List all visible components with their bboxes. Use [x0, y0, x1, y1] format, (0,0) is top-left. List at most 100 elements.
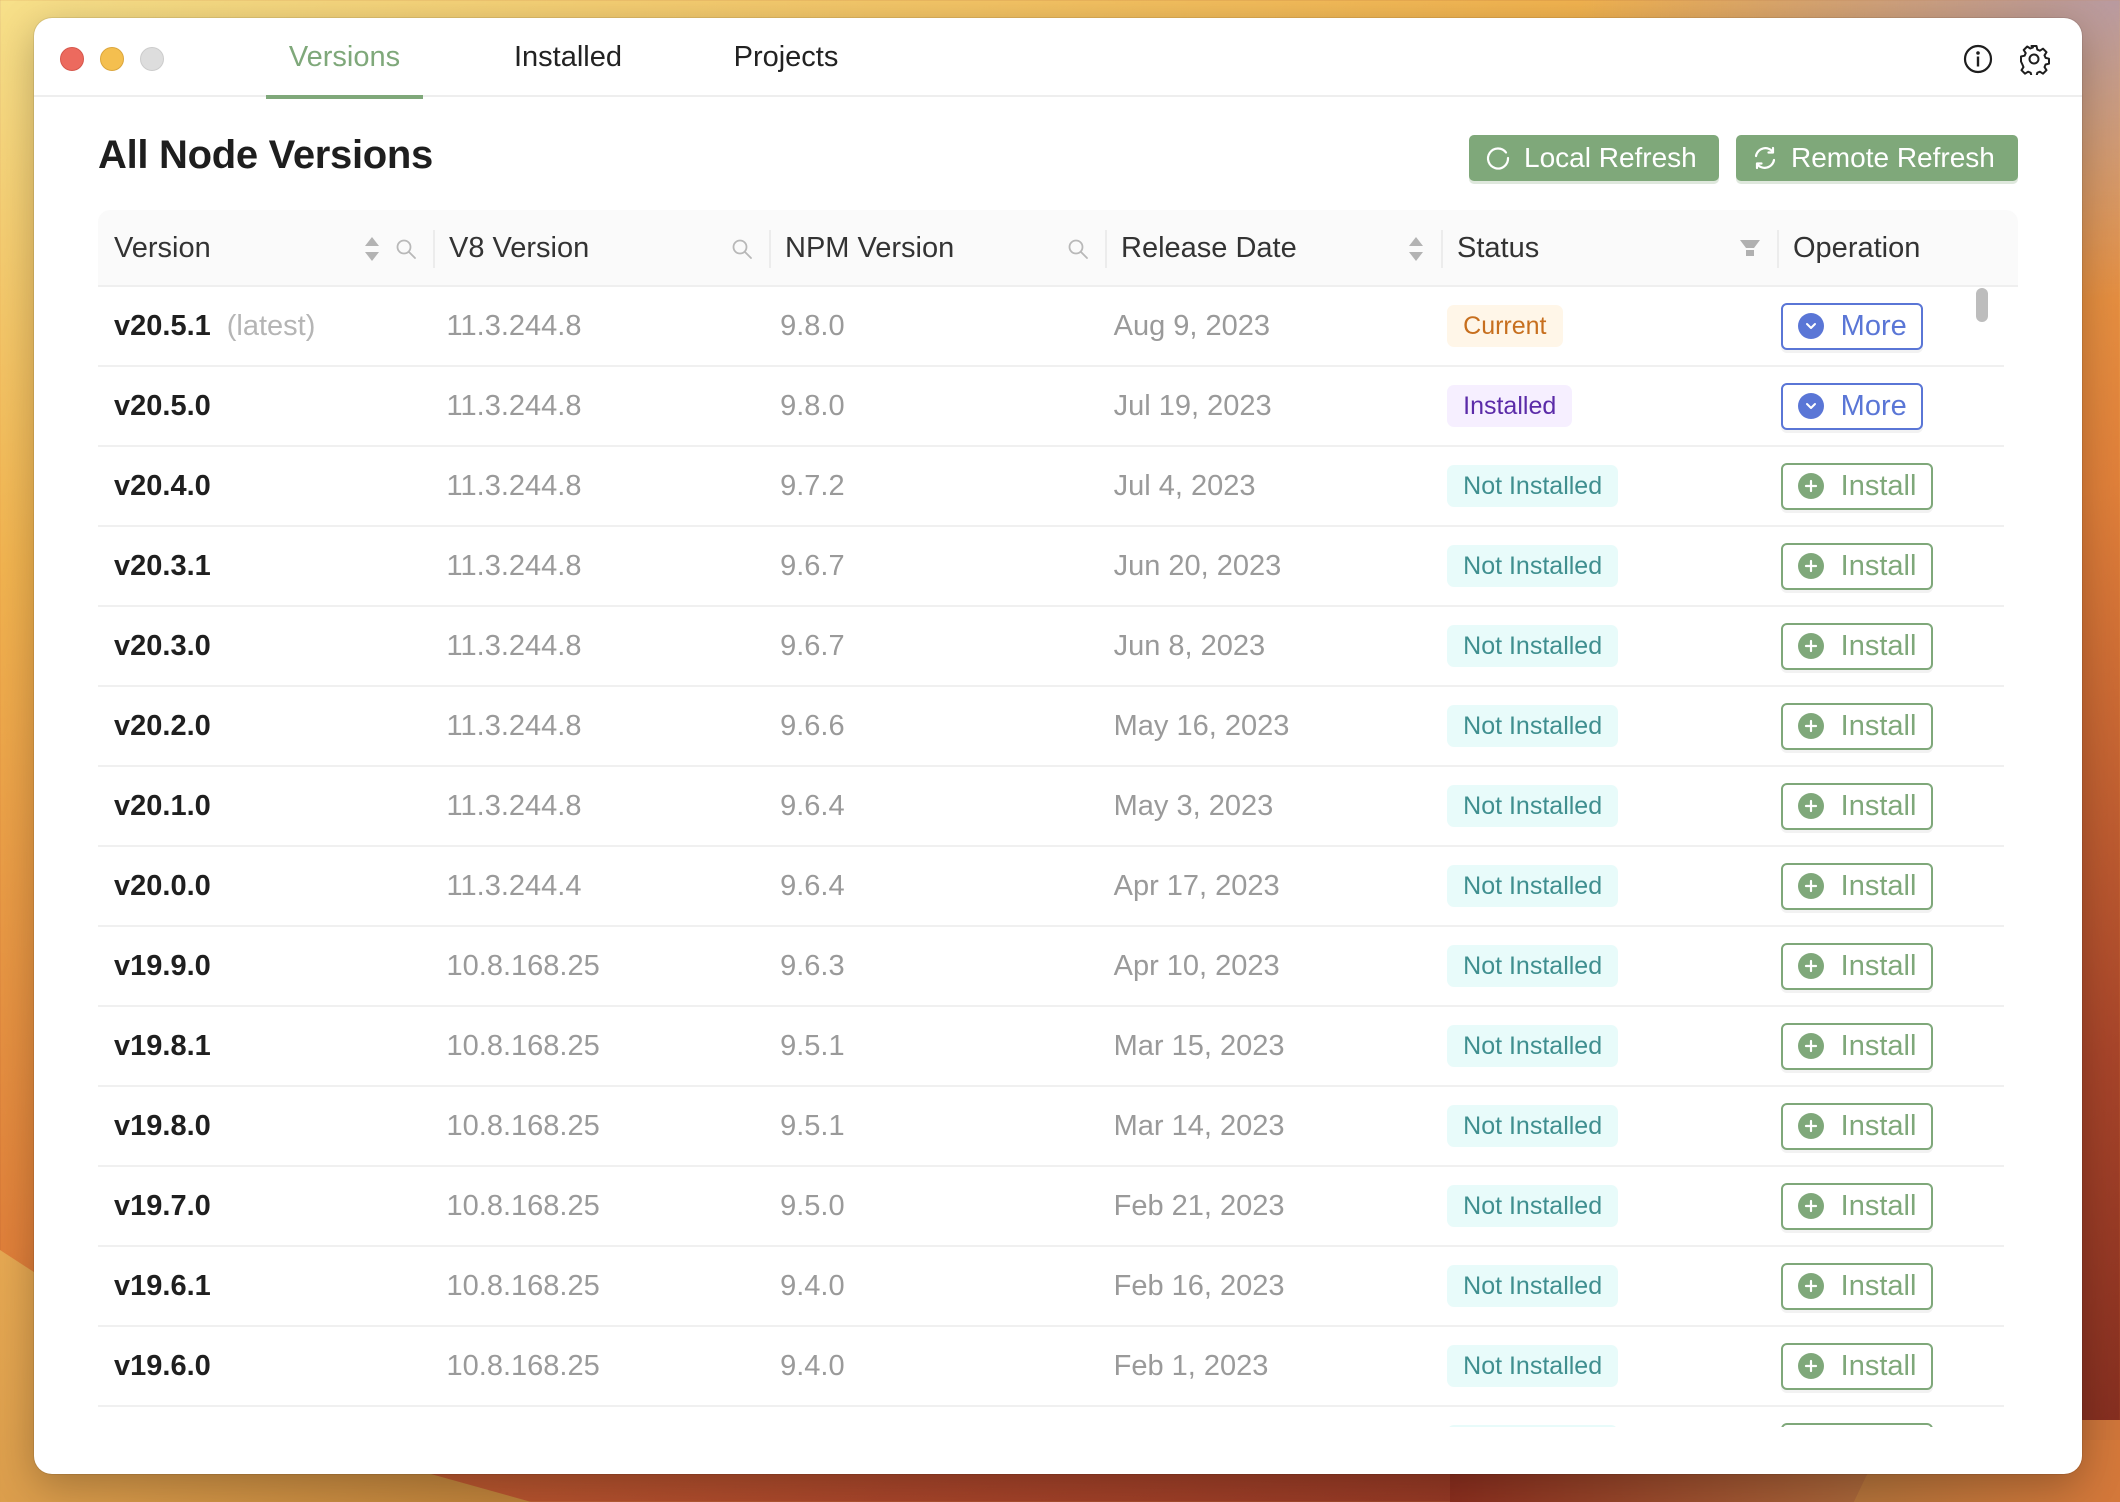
v8-version-cell: 10.8.168.25: [446, 1349, 600, 1382]
install-button[interactable]: Install: [1780, 622, 1933, 670]
release-date-cell: Aug 9, 2023: [1113, 309, 1271, 342]
release-date-cell: May 3, 2023: [1113, 789, 1274, 822]
table-row: v20.0.0 11.3.244.4 9.6.4 Apr 17, 2023 No…: [98, 847, 2004, 927]
release-date-cell: Mar 14, 2023: [1113, 1109, 1285, 1142]
install-button[interactable]: Install: [1780, 862, 1933, 910]
status-cell: Not Installed: [1431, 1425, 1765, 1427]
version-number: v19.6.0: [114, 1349, 211, 1382]
operation-cell: Install: [1765, 1022, 2004, 1070]
install-button[interactable]: Install: [1780, 1262, 1933, 1310]
sort-icon[interactable]: [363, 234, 381, 264]
column-label: V8 Version: [449, 232, 590, 264]
install-button[interactable]: Install: [1780, 462, 1933, 510]
operation-label: Install: [1840, 869, 1917, 902]
npm-version-cell: 9.4.0: [780, 1269, 845, 1302]
column-header-release-date: Release Date: [1105, 210, 1441, 287]
status-cell: Not Installed: [1431, 1345, 1765, 1387]
table-row: v20.1.0 11.3.244.8 9.6.4 May 3, 2023 Not…: [98, 767, 2004, 847]
status-badge: Not Installed: [1447, 1185, 1619, 1227]
more-button[interactable]: More: [1780, 382, 1923, 430]
scrollbar-thumb[interactable]: [1976, 288, 1988, 322]
release-date-cell: Jun 8, 2023: [1113, 629, 1266, 662]
v8-version-cell: 11.3.244.8: [446, 709, 582, 742]
npm-version-cell: 9.6.4: [780, 869, 845, 902]
filter-icon[interactable]: [1739, 238, 1761, 260]
tab-projects[interactable]: Projects: [716, 18, 856, 97]
install-button[interactable]: Install: [1780, 1102, 1933, 1150]
operation-label: Install: [1840, 1109, 1917, 1142]
npm-version-cell: 9.6.7: [780, 549, 845, 582]
close-window-button[interactable]: [60, 47, 84, 71]
version-cell: v20.5.1 (latest): [98, 310, 431, 343]
plus-circle-icon: [1797, 1032, 1825, 1060]
version-number: v20.1.0: [114, 789, 211, 822]
version-number: v20.3.1: [114, 549, 211, 582]
column-label: Release Date: [1121, 232, 1297, 264]
version-cell: v19.6.0: [98, 1350, 431, 1383]
version-cell: v20.0.0: [98, 870, 431, 903]
local-refresh-button[interactable]: Local Refresh: [1469, 135, 1719, 181]
install-button[interactable]: Install: [1780, 702, 1933, 750]
v8-version-cell: 10.8.168.25: [446, 1189, 600, 1222]
operation-cell: Install: [1765, 462, 2004, 510]
status-cell: Not Installed: [1431, 1185, 1765, 1227]
refresh-icon: [1486, 147, 1510, 170]
plus-circle-icon: [1797, 472, 1825, 500]
info-icon[interactable]: [1962, 43, 1994, 75]
operation-cell: Install: [1765, 1102, 2004, 1150]
install-button[interactable]: Install: [1780, 1342, 1933, 1390]
operation-label: Install: [1840, 949, 1917, 982]
column-label: Status: [1457, 232, 1540, 264]
tab-versions[interactable]: Versions: [266, 18, 423, 99]
table-row: v20.5.0 11.3.244.8 9.8.0 Jul 19, 2023 In…: [98, 367, 2004, 447]
latest-tag: (latest): [226, 309, 316, 342]
install-button[interactable]: Install: [1780, 942, 1933, 990]
remote-refresh-button[interactable]: Remote Refresh: [1736, 135, 2018, 181]
page-title: All Node Versions: [98, 133, 433, 177]
npm-version-cell: 9.5.1: [780, 1109, 845, 1142]
v8-version-cell: 10.8.168.25: [446, 1269, 600, 1302]
sort-icon[interactable]: [1407, 234, 1425, 264]
npm-version-cell: 9.7.2: [780, 469, 845, 502]
install-button[interactable]: Install: [1780, 542, 1933, 590]
operation-cell: Install: [1765, 782, 2004, 830]
v8-version-cell: 10.8.168.25: [446, 1029, 600, 1062]
plus-circle-icon: [1797, 712, 1825, 740]
plus-circle-icon: [1797, 1272, 1825, 1300]
npm-version-cell: 9.8.0: [780, 309, 845, 342]
v8-version-cell: 11.3.244.8: [446, 469, 582, 502]
status-badge: Not Installed: [1447, 625, 1619, 667]
column-header-version: Version: [98, 210, 433, 287]
status-badge: Not Installed: [1447, 945, 1619, 987]
npm-version-cell: 9.6.4: [780, 789, 845, 822]
operation-cell: More: [1765, 382, 2004, 430]
npm-version-cell: 9.6.7: [780, 629, 845, 662]
plus-circle-icon: [1797, 872, 1825, 900]
status-badge: Not Installed: [1447, 1425, 1619, 1427]
status-cell: Not Installed: [1431, 545, 1765, 587]
minimize-window-button[interactable]: [100, 47, 124, 71]
npm-version-cell: 9.8.0: [780, 389, 845, 422]
status-cell: Not Installed: [1431, 705, 1765, 747]
operation-cell: Install: [1765, 1262, 2004, 1310]
maximize-window-button[interactable]: [140, 47, 164, 71]
search-icon[interactable]: [1067, 238, 1089, 260]
install-button[interactable]: Install: [1780, 1182, 1933, 1230]
install-button[interactable]: Install: [1780, 1422, 1933, 1427]
column-label: Operation: [1793, 232, 1921, 264]
version-number: v19.7.0: [114, 1189, 211, 1222]
column-header-operation: Operation: [1777, 210, 2018, 287]
release-date-cell: Mar 15, 2023: [1113, 1029, 1285, 1062]
version-cell: v19.6.1: [98, 1270, 431, 1303]
release-date-cell: Apr 10, 2023: [1113, 949, 1280, 982]
tab-installed[interactable]: Installed: [498, 18, 638, 97]
gear-icon[interactable]: [2018, 43, 2050, 78]
search-icon[interactable]: [731, 238, 753, 260]
version-number: v19.6.1: [114, 1269, 211, 1302]
install-button[interactable]: Install: [1780, 1022, 1933, 1070]
search-icon[interactable]: [395, 238, 417, 260]
more-button[interactable]: More: [1780, 302, 1923, 350]
status-cell: Not Installed: [1431, 465, 1765, 507]
v8-version-cell: 10.8.168.25: [446, 949, 600, 982]
install-button[interactable]: Install: [1780, 782, 1933, 830]
